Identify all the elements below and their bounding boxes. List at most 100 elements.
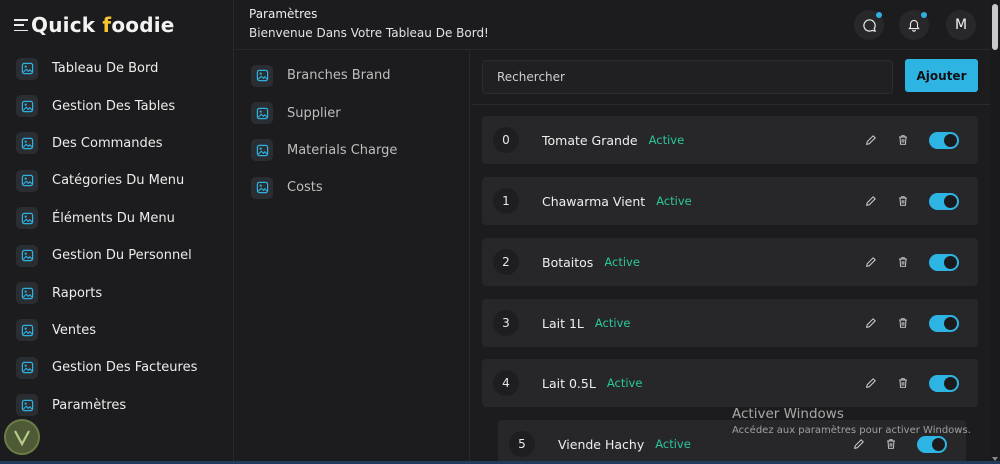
status-toggle[interactable] [929, 253, 959, 271]
image-icon [256, 144, 268, 157]
sidebar-item-4[interactable]: Éléments Du Menu [0, 200, 233, 237]
row-actions [849, 434, 947, 454]
sidebar-item-8[interactable]: Gestion Des Facteures [0, 349, 233, 386]
search-input[interactable] [482, 60, 893, 94]
item-name: Lait 0.5L [542, 375, 596, 391]
scrollbar[interactable] [990, 0, 1000, 464]
row-actions [861, 191, 959, 211]
item-index: 4 [493, 370, 519, 396]
logo: Quick foodie [31, 13, 175, 37]
logo-text-part1: Quick [31, 13, 103, 37]
settings-menu-item-3[interactable]: Costs [235, 169, 469, 206]
image-icon [21, 175, 33, 187]
status-badge: Active [606, 376, 643, 390]
image-icon [16, 57, 38, 80]
sidebar-nav: Tableau De Bord Gestion Des Tables Des Com… [0, 50, 233, 424]
sidebar-item-7[interactable]: Ventes [0, 312, 233, 349]
item-name: Chawarma Vient [542, 193, 646, 209]
item-index: 2 [493, 249, 519, 275]
sidebar-item-9[interactable]: Paramètres [0, 387, 233, 424]
sidebar-item-6[interactable]: Raports [0, 274, 233, 311]
sidebar-item-label: Gestion Du Personnel [52, 248, 192, 264]
toggle-knob [932, 437, 945, 451]
settings-menu-item-label: Branches Brand [287, 68, 391, 84]
sidebar-item-label: Éléments Du Menu [52, 210, 175, 226]
edit-button[interactable] [861, 252, 881, 272]
sidebar-item-1[interactable]: Gestion Des Tables [0, 87, 233, 124]
sidebar-item-0[interactable]: Tableau De Bord [0, 50, 233, 87]
logo-text-part2: oodie [111, 13, 175, 37]
item-index: 0 [493, 127, 519, 153]
list-item[interactable]: 0 Tomate Grande Active [482, 116, 978, 164]
avatar-letter: M [954, 17, 968, 33]
image-icon [21, 324, 33, 337]
edit-button[interactable] [861, 191, 881, 211]
trash-icon [899, 257, 907, 267]
image-icon [21, 362, 33, 374]
item-name: Viende Hachy [558, 436, 645, 452]
settings-menu-item-label: Materials Charge [287, 142, 398, 158]
list-item[interactable]: 5 Viende Hachy Active [498, 420, 966, 464]
settings-menu: Branches Brand Supplier Materials Charge Co… [235, 50, 470, 464]
avatar[interactable]: M [946, 10, 976, 40]
sidebar-item-label: Gestion Des Facteures [52, 360, 198, 376]
add-button[interactable]: Ajouter [905, 59, 978, 92]
image-icon [16, 95, 38, 118]
row-actions [861, 130, 959, 150]
notification-dot [921, 12, 927, 18]
status-toggle[interactable] [929, 192, 959, 210]
status-toggle[interactable] [929, 131, 959, 149]
edit-icon [866, 318, 876, 328]
edit-icon [866, 135, 876, 145]
sidebar-item-5[interactable]: Gestion Du Personnel [0, 237, 233, 274]
edit-button[interactable] [861, 373, 881, 393]
delete-button[interactable] [893, 191, 913, 211]
settings-menu-item-0[interactable]: Branches Brand [235, 57, 469, 94]
image-icon [16, 207, 38, 230]
menu-icon[interactable] [14, 19, 28, 31]
list-item[interactable]: 2 Botaitos Active [482, 238, 978, 286]
settings-menu-item-1[interactable]: Supplier [235, 94, 469, 131]
edit-button[interactable] [861, 130, 881, 150]
status-badge: Active [594, 316, 631, 330]
notifications-button[interactable] [899, 10, 929, 40]
scrollbar-thumb[interactable] [992, 4, 998, 50]
delete-button[interactable] [893, 252, 913, 272]
delete-button[interactable] [893, 313, 913, 333]
sidebar-item-2[interactable]: Des Commandes [0, 125, 233, 162]
list-item[interactable]: 3 Lait 1L Active [482, 299, 978, 347]
edit-button[interactable] [861, 313, 881, 333]
item-name: Tomate Grande [542, 132, 638, 148]
delete-button[interactable] [893, 130, 913, 150]
trash-icon [899, 378, 907, 388]
toggle-knob [944, 376, 957, 390]
sidebar-item-label: Catégories Du Menu [52, 173, 185, 189]
overlay-badge-icon [4, 419, 40, 455]
status-badge: Active [604, 255, 640, 269]
list-item[interactable]: 1 Chawarma Vient Active [482, 177, 978, 225]
delete-button[interactable] [893, 373, 913, 393]
row-actions [861, 252, 959, 272]
chat-icon [862, 18, 876, 32]
sidebar: Quick foodie Tableau De Bord Gestion Des … [0, 0, 234, 464]
trash-icon [899, 196, 907, 206]
trash-icon [899, 135, 907, 145]
sidebar-item-label: Paramètres [52, 397, 127, 413]
image-icon [256, 69, 268, 82]
image-icon [21, 62, 33, 75]
edit-button[interactable] [849, 434, 869, 454]
image-icon [21, 212, 33, 224]
status-toggle[interactable] [929, 314, 959, 332]
image-icon [16, 356, 38, 379]
status-toggle[interactable] [917, 435, 947, 453]
settings-menu-item-2[interactable]: Materials Charge [235, 132, 469, 169]
edit-icon [866, 378, 876, 388]
app-window: Quick foodie Tableau De Bord Gestion Des … [0, 0, 1000, 464]
notification-dot [876, 12, 882, 18]
delete-button[interactable] [881, 434, 901, 454]
status-toggle[interactable] [929, 374, 959, 392]
image-icon [21, 399, 33, 411]
list-item[interactable]: 4 Lait 0.5L Active [482, 359, 978, 407]
chat-button[interactable] [854, 10, 884, 40]
sidebar-item-3[interactable]: Catégories Du Menu [0, 162, 233, 199]
